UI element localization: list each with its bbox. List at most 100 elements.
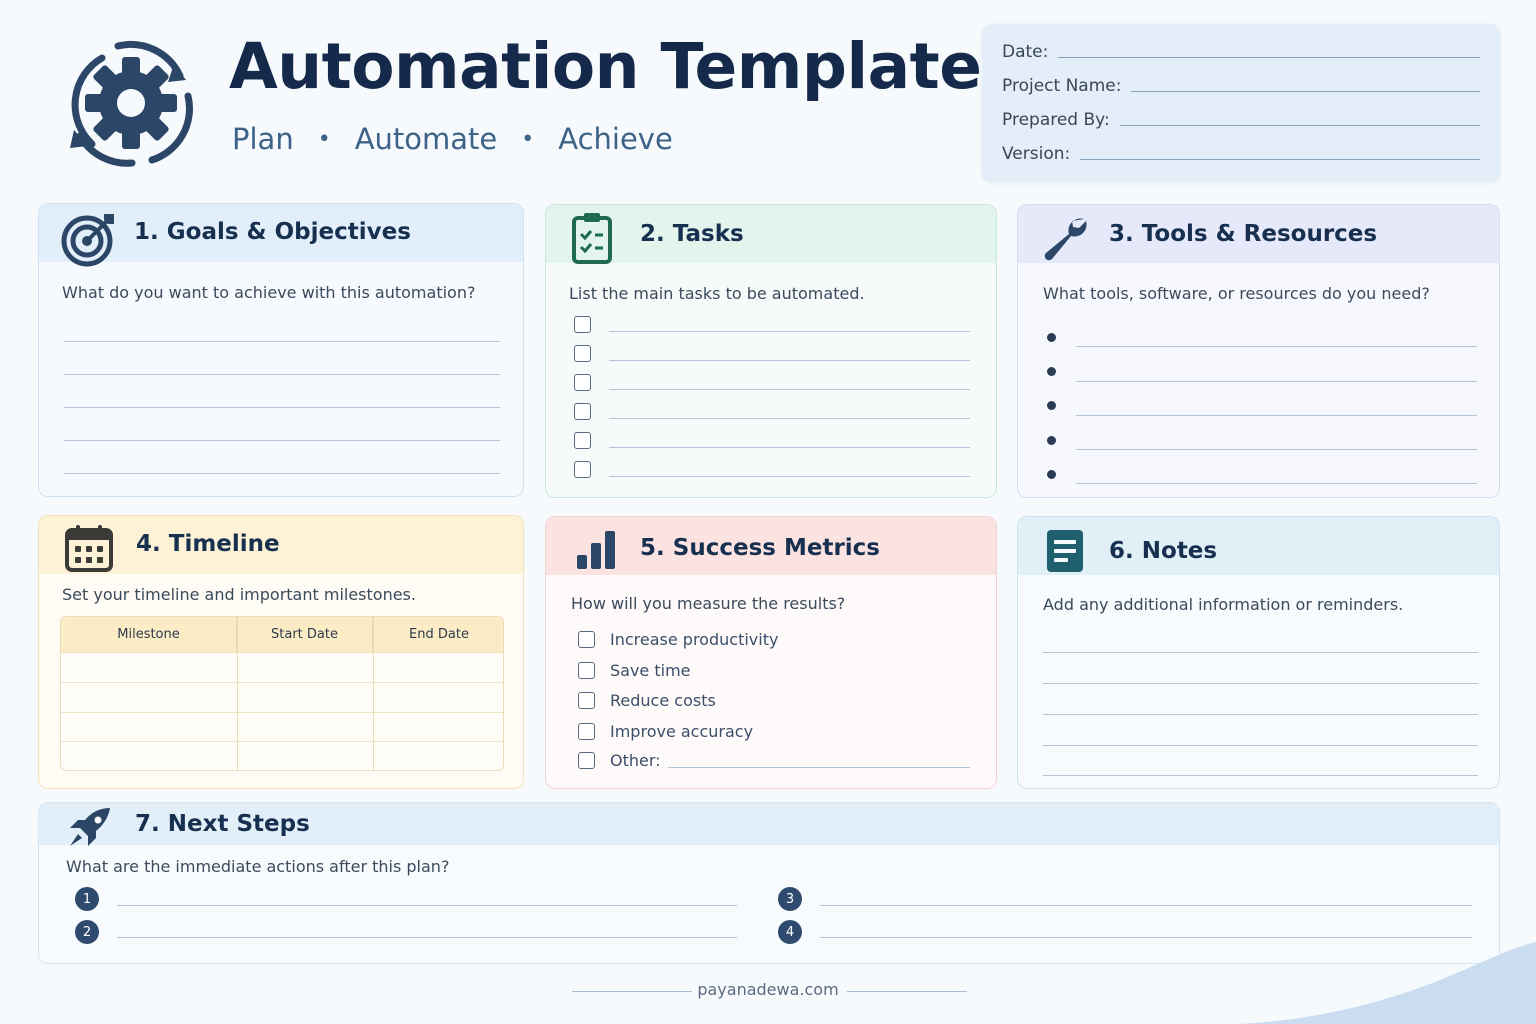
info-row-version: Version:: [1002, 138, 1480, 166]
prepared-by-label: Prepared By:: [1002, 110, 1110, 130]
step-badge-4: 4: [778, 920, 802, 944]
task-line-2[interactable]: [609, 360, 970, 361]
tools-title: 3. Tools & Resources: [1109, 221, 1378, 247]
decorative-wave: [1240, 942, 1536, 1024]
timeline-prompt: Set your timeline and important mileston…: [62, 585, 416, 604]
table-row-divider: [61, 682, 503, 683]
metric-checkbox-reduce-costs[interactable]: [578, 692, 595, 709]
tagline: Plan • Automate • Achieve: [232, 122, 673, 156]
notes-line-5[interactable]: [1043, 775, 1478, 776]
goals-line-3[interactable]: [64, 407, 500, 408]
metric-checkbox-save-time[interactable]: [578, 662, 595, 679]
step-line-4[interactable]: [820, 937, 1472, 938]
version-field[interactable]: [1080, 159, 1480, 160]
metrics-section: 5. Success Metrics How will you measure …: [545, 516, 997, 789]
column-header-milestone: Milestone: [61, 617, 237, 652]
step-line-2[interactable]: [117, 937, 737, 938]
task-checkbox-6[interactable]: [574, 461, 591, 478]
table-divider: [237, 617, 238, 770]
project-name-field[interactable]: [1131, 91, 1480, 92]
goals-line-5[interactable]: [64, 473, 500, 474]
step-line-1[interactable]: [117, 905, 737, 906]
tagline-separator: •: [521, 126, 535, 152]
notes-header: [1018, 517, 1499, 575]
clipboard-checklist-icon: [572, 213, 612, 264]
goals-title: 1. Goals & Objectives: [134, 219, 411, 245]
info-row-prepared-by: Prepared By:: [1002, 104, 1480, 132]
notes-title: 6. Notes: [1109, 538, 1218, 564]
task-checkbox-2[interactable]: [574, 345, 591, 362]
task-checkbox-5[interactable]: [574, 432, 591, 449]
tool-bullet-2: [1047, 367, 1056, 376]
footer-divider-right: [847, 991, 967, 992]
goals-line-4[interactable]: [64, 440, 500, 441]
tagline-achieve: Achieve: [558, 122, 673, 156]
tagline-separator: •: [317, 126, 331, 152]
notes-section: 6. Notes Add any additional information …: [1017, 516, 1500, 789]
metrics-prompt: How will you measure the results?: [571, 594, 846, 613]
next-steps-title: 7. Next Steps: [135, 811, 310, 837]
table-divider: [373, 617, 374, 770]
metrics-title: 5. Success Metrics: [640, 535, 880, 561]
tool-line-4[interactable]: [1076, 449, 1477, 450]
goals-prompt: What do you want to achieve with this au…: [62, 283, 476, 302]
notes-line-4[interactable]: [1043, 745, 1478, 746]
project-info-panel: Date: Project Name: Prepared By: Version…: [982, 24, 1500, 182]
metric-label-accuracy: Improve accuracy: [610, 722, 754, 741]
task-checkbox-1[interactable]: [574, 316, 591, 333]
metric-checkbox-productivity[interactable]: [578, 631, 595, 648]
calendar-icon: [65, 525, 113, 572]
tool-bullet-1: [1047, 333, 1056, 342]
tool-line-3[interactable]: [1076, 415, 1477, 416]
tool-bullet-4: [1047, 436, 1056, 445]
task-line-5[interactable]: [609, 447, 970, 448]
tagline-automate: Automate: [354, 122, 498, 156]
step-line-3[interactable]: [820, 905, 1472, 906]
notes-line-2[interactable]: [1043, 683, 1478, 684]
tool-bullet-3: [1047, 401, 1056, 410]
column-header-end-date: End Date: [373, 617, 503, 652]
tool-line-5[interactable]: [1076, 483, 1477, 484]
tool-bullet-5: [1047, 470, 1056, 479]
tasks-prompt: List the main tasks to be automated.: [569, 284, 865, 303]
column-header-start-date: Start Date: [237, 617, 373, 652]
table-row-divider: [61, 652, 503, 653]
date-field[interactable]: [1058, 57, 1480, 58]
rocket-icon: [70, 808, 110, 846]
milestone-table: Milestone Start Date End Date: [60, 616, 504, 771]
metric-checkbox-accuracy[interactable]: [578, 723, 595, 740]
tools-section: 3. Tools & Resources What tools, softwar…: [1017, 204, 1500, 498]
timeline-title: 4. Timeline: [136, 531, 280, 557]
table-row-divider: [61, 712, 503, 713]
bar-chart-icon: [577, 531, 615, 569]
task-checkbox-4[interactable]: [574, 403, 591, 420]
tool-line-2[interactable]: [1076, 381, 1477, 382]
goals-line-1[interactable]: [64, 341, 500, 342]
task-line-1[interactable]: [609, 331, 970, 332]
metric-label-other: Other:: [610, 751, 661, 770]
info-row-date: Date:: [1002, 36, 1480, 64]
metric-other-line[interactable]: [668, 767, 970, 768]
task-line-3[interactable]: [609, 389, 970, 390]
notes-line-1[interactable]: [1043, 652, 1478, 653]
target-icon: [61, 214, 114, 267]
tool-line-1[interactable]: [1076, 346, 1477, 347]
metric-label-save-time: Save time: [610, 661, 691, 680]
task-line-4[interactable]: [609, 418, 970, 419]
timeline-section: 4. Timeline Set your timeline and import…: [38, 515, 524, 789]
goals-line-2[interactable]: [64, 374, 500, 375]
info-row-project-name: Project Name:: [1002, 70, 1480, 98]
task-checkbox-3[interactable]: [574, 374, 591, 391]
tasks-title: 2. Tasks: [640, 221, 744, 247]
page-title: Automation Template: [229, 30, 982, 103]
notes-line-3[interactable]: [1043, 714, 1478, 715]
metric-label-productivity: Increase productivity: [610, 630, 779, 649]
goals-section: 1. Goals & Objectives What do you want t…: [38, 203, 524, 497]
next-steps-prompt: What are the immediate actions after thi…: [66, 857, 450, 876]
prepared-by-field[interactable]: [1119, 125, 1480, 126]
task-line-6[interactable]: [609, 476, 970, 477]
metric-checkbox-other[interactable]: [578, 752, 595, 769]
tasks-section: 2. Tasks List the main tasks to be autom…: [545, 204, 997, 498]
step-badge-3: 3: [778, 887, 802, 911]
tagline-plan: Plan: [232, 122, 294, 156]
